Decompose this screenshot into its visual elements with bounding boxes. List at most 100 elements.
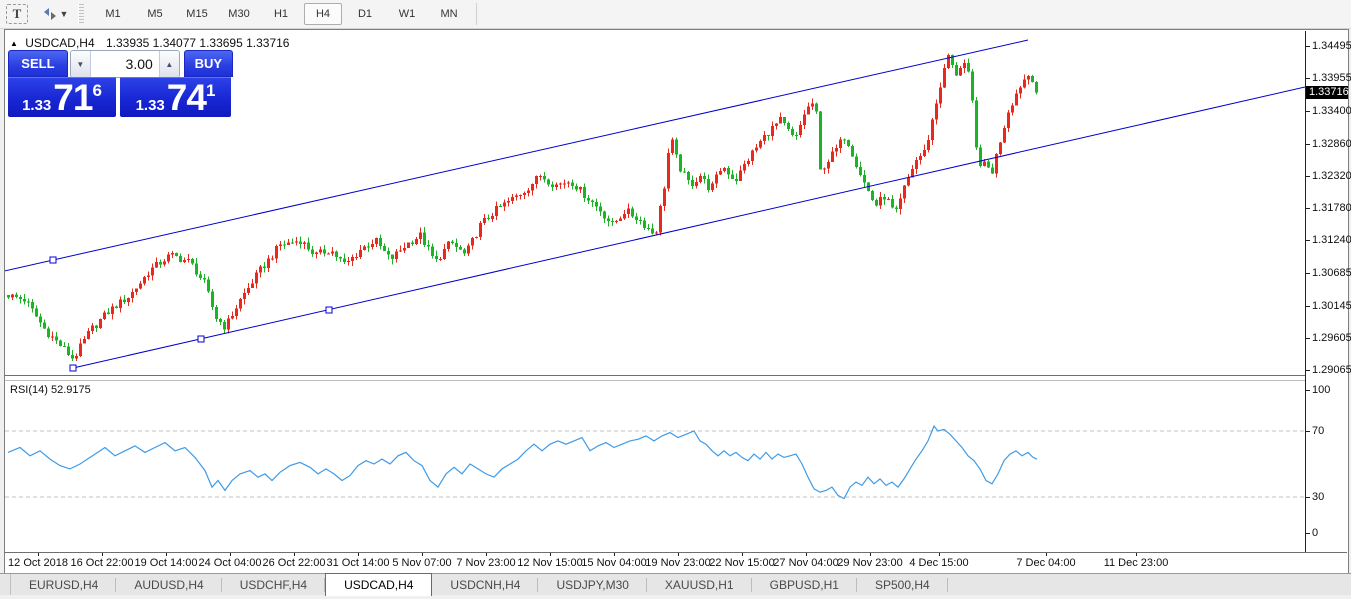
candle <box>123 295 126 304</box>
text-tool-icon: T <box>13 6 22 22</box>
text-label-tool-button[interactable]: T <box>6 4 28 24</box>
candle <box>811 98 814 109</box>
chart-tab-eurusd-h4[interactable]: EURUSD,H4 <box>11 574 116 596</box>
candle <box>227 315 230 333</box>
candle <box>247 283 250 295</box>
candle <box>595 198 598 210</box>
candle <box>63 342 66 347</box>
channel-handle[interactable] <box>326 307 332 313</box>
timeframe-button-d1[interactable]: D1 <box>346 3 384 25</box>
timeframe-button-mn[interactable]: MN <box>430 3 468 25</box>
collapse-triangle-icon[interactable]: ▲ <box>10 39 18 48</box>
volume-input[interactable] <box>91 51 159 77</box>
channel-lower-line[interactable] <box>73 87 1305 368</box>
candle <box>955 62 958 76</box>
candle <box>279 241 282 250</box>
timeframe-button-h1[interactable]: H1 <box>262 3 300 25</box>
candle <box>83 336 86 343</box>
sell-button[interactable]: SELL <box>8 50 68 77</box>
bid-price-panel[interactable]: 1.33 71 6 <box>8 77 116 117</box>
toolbar-drag-handle[interactable] <box>78 4 84 24</box>
date-axis-label: 5 Nov 07:00 <box>392 557 451 569</box>
volume-increase-button[interactable]: ▲ <box>159 51 179 77</box>
candle <box>383 243 386 251</box>
channel-handle[interactable] <box>70 365 76 371</box>
date-axis-tick <box>870 553 871 556</box>
chart-tab-usdjpy-m30[interactable]: USDJPY,M30 <box>538 574 646 596</box>
candle <box>295 237 298 245</box>
date-axis-tick <box>678 553 679 556</box>
candle <box>911 165 914 178</box>
chart-tab-usdchf-h4[interactable]: USDCHF,H4 <box>222 574 325 596</box>
rsi-plot[interactable] <box>5 381 1305 552</box>
candle <box>875 199 878 207</box>
candle <box>899 194 902 215</box>
price-axis-tick <box>1306 306 1310 307</box>
candle <box>903 185 906 203</box>
chart-tab-sp500-h4[interactable]: SP500,H4 <box>857 574 948 596</box>
date-axis-tick <box>1136 553 1137 556</box>
date-axis[interactable]: 12 Oct 201816 Oct 22:0019 Oct 14:0024 Oc… <box>5 553 1347 572</box>
candle <box>723 167 726 172</box>
candle <box>975 97 978 150</box>
rsi-axis-label: 30 <box>1312 491 1324 503</box>
panel-splitter-top[interactable] <box>5 375 1347 376</box>
date-axis-tick <box>358 553 359 556</box>
candle <box>959 66 962 76</box>
timeframe-button-m30[interactable]: M30 <box>220 3 258 25</box>
timeframe-button-w1[interactable]: W1 <box>388 3 426 25</box>
price-axis-tick <box>1306 78 1310 79</box>
chart-tab-gbpusd-h1[interactable]: GBPUSD,H1 <box>752 574 857 596</box>
candle <box>443 244 446 260</box>
candle <box>115 306 118 309</box>
candle <box>923 145 926 157</box>
channel-handle[interactable] <box>50 257 56 263</box>
toolbar-divider <box>476 3 477 25</box>
arrow-objects-button[interactable]: ▼ <box>43 2 67 26</box>
candle <box>367 242 370 252</box>
candle <box>471 237 474 249</box>
candle <box>927 135 930 153</box>
chart-tab-usdcnh-h4[interactable]: USDCNH,H4 <box>432 574 538 596</box>
candle <box>363 245 366 251</box>
candle <box>243 288 246 304</box>
chart-tab-audusd-h4[interactable]: AUDUSD,H4 <box>116 574 221 596</box>
metatrader-window: T ▼ M1M5M15M30H1H4D1W1MN ▲ USDCAD,H4 1.3… <box>0 0 1351 599</box>
chart-tab-usdcad-h4[interactable]: USDCAD,H4 <box>325 573 432 596</box>
candle <box>299 237 302 249</box>
timeframe-button-m5[interactable]: M5 <box>136 3 174 25</box>
candle <box>195 258 198 276</box>
candle <box>35 306 38 318</box>
candle <box>563 179 566 188</box>
ask-price-panel[interactable]: 1.33 74 1 <box>120 77 231 117</box>
timeframe-button-h4[interactable]: H4 <box>304 3 342 25</box>
candle <box>659 204 662 235</box>
buy-button[interactable]: BUY <box>184 50 233 77</box>
candle <box>495 202 498 220</box>
price-axis[interactable]: 1.344951.339551.334001.328601.323201.317… <box>1306 31 1348 552</box>
chart-tab-xauusd-h1[interactable]: XAUUSD,H1 <box>647 574 752 596</box>
timeframe-button-m15[interactable]: M15 <box>178 3 216 25</box>
rsi-line <box>8 426 1037 499</box>
candle <box>135 288 138 294</box>
candle <box>615 220 618 224</box>
candle <box>767 135 770 141</box>
date-axis-tick <box>294 553 295 556</box>
chevron-down-icon[interactable]: ▼ <box>60 9 69 19</box>
candle <box>555 183 558 190</box>
candle <box>263 262 266 272</box>
current-price-tag: 1.33716 <box>1306 86 1348 99</box>
date-axis-label: 27 Nov 04:00 <box>773 557 838 569</box>
candle <box>871 190 874 201</box>
candle <box>559 183 562 189</box>
candle <box>987 160 990 168</box>
volume-decrease-button[interactable]: ▼ <box>71 51 91 77</box>
timeframe-button-m1[interactable]: M1 <box>94 3 132 25</box>
channel-handle[interactable] <box>198 336 204 342</box>
candle <box>711 182 714 192</box>
candle <box>1011 103 1014 115</box>
candle <box>59 339 62 346</box>
candle <box>567 181 570 188</box>
rsi-axis-tick <box>1306 497 1310 498</box>
candle <box>439 257 442 261</box>
